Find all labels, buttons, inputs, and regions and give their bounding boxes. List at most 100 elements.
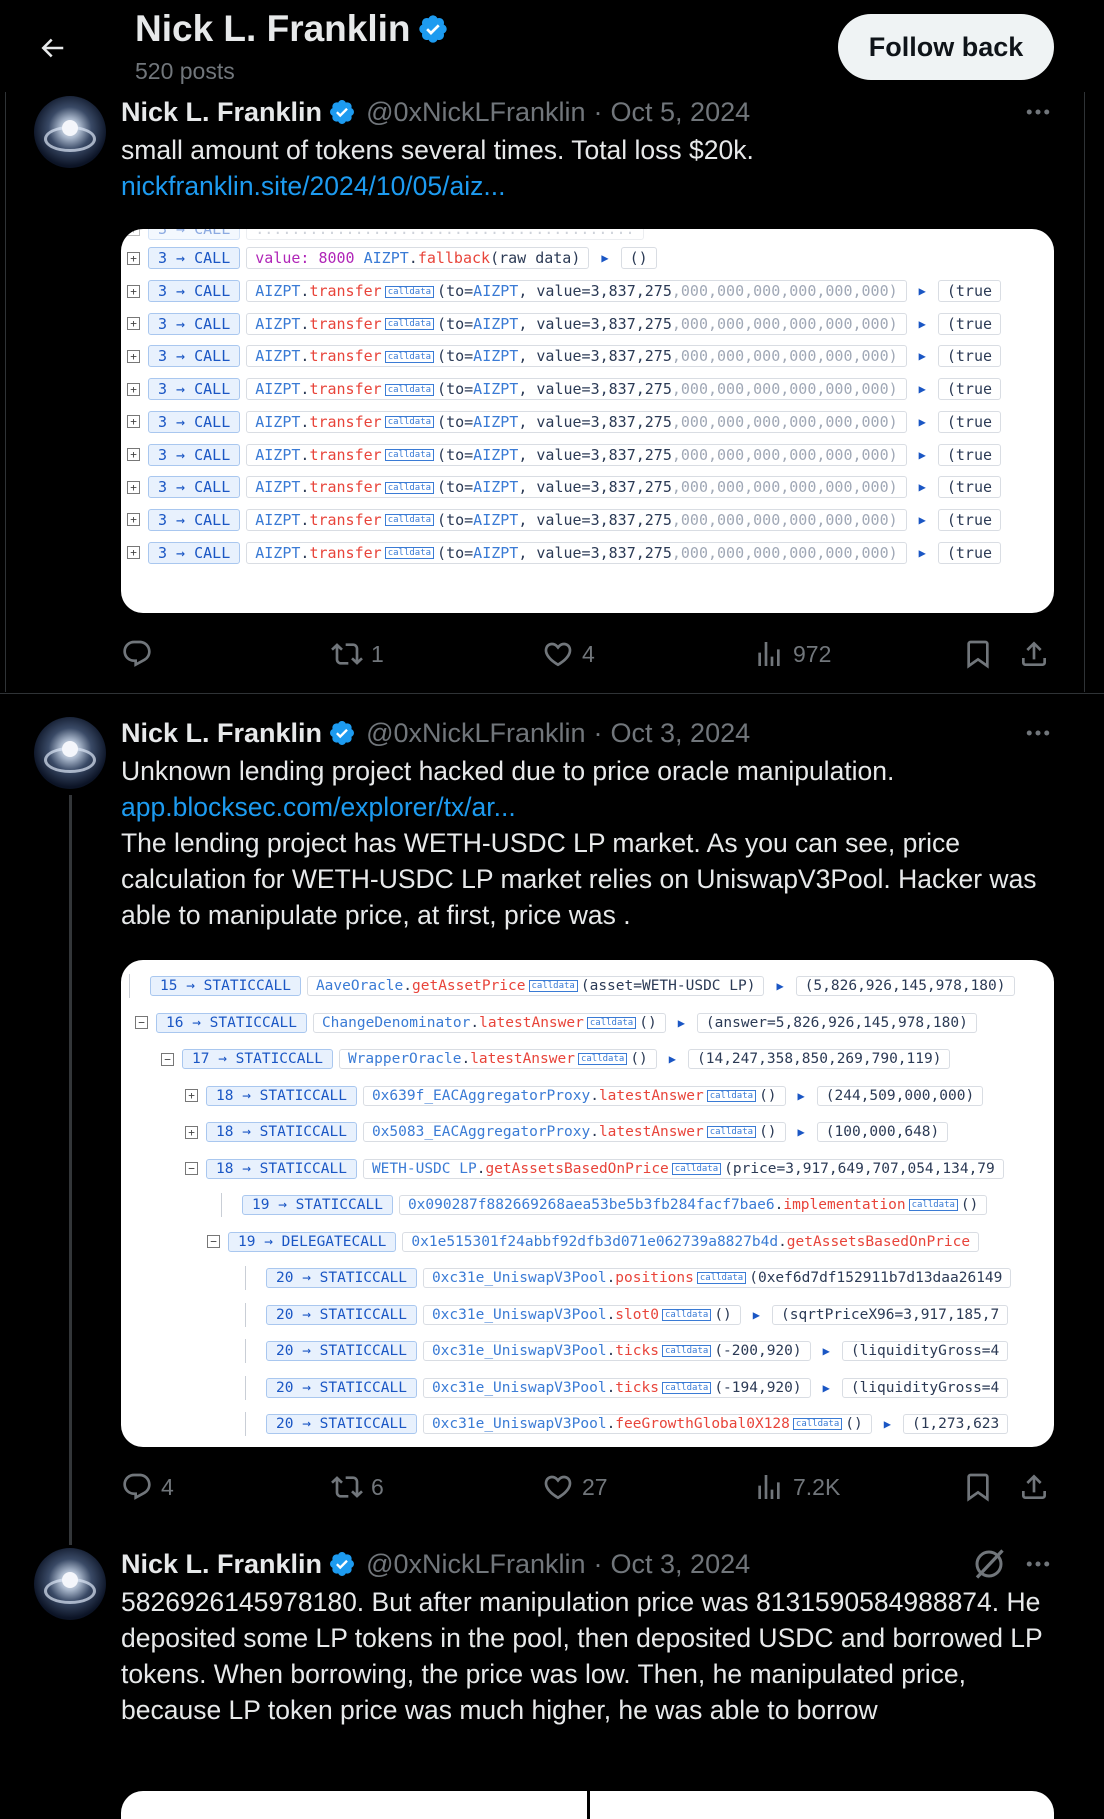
function-name: getAssetsBasedOnPrice — [786, 1233, 971, 1250]
call-body: AIZPT.transfer calldata (to=AIZPT, value=3… — [246, 541, 907, 564]
call-type: 3 → CALL — [148, 410, 241, 433]
views-chart-icon — [758, 642, 780, 666]
contract-name: AIZPT — [255, 282, 301, 300]
call-body: 0xc31e_UniswapV3Pool.feeGrowthGlobal0X12… — [422, 1414, 872, 1434]
more-button[interactable] — [1018, 1546, 1058, 1582]
views-button[interactable]: 972 — [753, 634, 831, 674]
call-body: AIZPT.transfer calldata (to=AIZPT, value=3… — [246, 378, 907, 401]
bookmark-button[interactable] — [962, 1467, 994, 1507]
trace-row: 20 → STATICCALL 0xc31e_UniswapV3Pool.tick… — [245, 1339, 1016, 1363]
call-args: () — [630, 1051, 648, 1067]
call-type: 3 → CALL — [148, 345, 241, 368]
tweet-link[interactable]: app.blocksec.com/explorer/tx/ar... — [121, 789, 1061, 825]
author-handle[interactable]: @0xNickLFranklin — [366, 1549, 585, 1580]
author-handle[interactable]: @0xNickLFranklin — [366, 97, 585, 128]
arg-decimals: ,000,000,000,000,000,000) — [671, 478, 898, 497]
tweet-media-image[interactable]: +3 → CALL...............................… — [121, 229, 1054, 613]
heart-icon — [544, 1475, 572, 1500]
views-button[interactable]: 7.2K — [753, 1467, 840, 1507]
like-button[interactable]: 27 — [542, 1467, 608, 1507]
author-handle[interactable]: @0xNickLFranklin — [366, 718, 585, 749]
tweet-link[interactable]: nickfranklin.site/2024/10/05/aiz... — [121, 168, 1061, 204]
repost-button[interactable]: 1 — [331, 634, 384, 674]
tweet-media-image[interactable]: 15 → STATICCALL AaveOracle.getAssetPrice c… — [121, 960, 1054, 1447]
arg-address: AIZPT — [473, 412, 519, 431]
avatar[interactable] — [34, 96, 106, 168]
profile-name-text: Nick L. Franklin — [135, 8, 411, 49]
trace-row: 19 → STATICCALL 0x090287f882669268aea53be… — [221, 1193, 995, 1217]
reply-button[interactable] — [121, 634, 161, 674]
more-button[interactable] — [1018, 94, 1058, 130]
calldata-tag: calldata — [384, 383, 435, 396]
call-type: 3 → CALL — [148, 443, 241, 466]
tree-connector — [245, 1339, 246, 1363]
tweet-date[interactable]: Oct 3, 2024 — [611, 718, 751, 749]
repost-button[interactable]: 6 — [331, 1467, 384, 1507]
function-name: latestAnswer — [598, 1087, 704, 1104]
calldata-tag: calldata — [384, 481, 435, 494]
call-body: AIZPT.transfer calldata (to=AIZPT, value=3… — [246, 312, 907, 335]
expand-arrow: ▶ — [752, 1307, 761, 1322]
expand-toggle: + — [185, 1089, 198, 1102]
tree-connector — [245, 1266, 246, 1290]
tweet-body: small amount of tokens several times. To… — [121, 135, 754, 165]
avatar[interactable] — [34, 717, 106, 789]
return-value: (244,509,000,000) — [816, 1085, 984, 1106]
author-name[interactable]: Nick L. Franklin — [121, 97, 322, 128]
expand-toggle: − — [135, 1016, 148, 1029]
like-button[interactable]: 4 — [542, 634, 595, 674]
call-args: () — [759, 1124, 777, 1140]
return-value: (14,247,358,850,269,790,119) — [688, 1049, 951, 1069]
grok-icon[interactable] — [971, 1546, 1007, 1582]
expand-toggle: + — [127, 382, 140, 396]
contract-name: 0x090287f882669268aea53be5b3fb284facf7ba… — [407, 1197, 775, 1213]
tree-connector — [245, 1375, 246, 1400]
expand-arrow: ▶ — [797, 1125, 805, 1139]
function-name: ticks — [615, 1379, 659, 1396]
follow-back-button[interactable]: Follow back — [838, 14, 1054, 80]
call-type: 19 → STATICCALL — [242, 1195, 393, 1215]
expand-arrow: ▶ — [918, 284, 926, 298]
tweet-2[interactable]: Nick L. Franklin @0xNickLFranklin · Oct … — [0, 713, 1104, 1528]
contract-name: AIZPT — [255, 510, 301, 529]
share-button[interactable] — [1018, 1467, 1050, 1507]
arg-address: AIZPT — [473, 314, 519, 333]
tweet-date[interactable]: Oct 5, 2024 — [611, 97, 751, 128]
meta-separator: · — [593, 717, 603, 748]
arg-decimals: ,000,000,000,000,000,000) — [671, 510, 898, 529]
tweet-body: 5826926145978180. But after manipulation… — [121, 1587, 1043, 1725]
call-args: () — [639, 1014, 657, 1031]
calldata-tag: calldata — [671, 1162, 722, 1175]
back-button[interactable] — [30, 26, 74, 70]
arg-address: AIZPT — [473, 445, 519, 464]
trace-row: +3 → CALL AIZPT.transfer calldata (to=AIZPT… — [127, 443, 1009, 467]
tweet-date[interactable]: Oct 3, 2024 — [611, 1549, 751, 1580]
share-button[interactable] — [1018, 634, 1050, 674]
author-name[interactable]: Nick L. Franklin — [121, 1549, 322, 1580]
tweet-1[interactable]: Nick L. Franklin @0xNickLFranklin · Oct … — [0, 92, 1104, 692]
call-args: (0xef6d7df152911b7d13daa26149 — [749, 1270, 1003, 1286]
call-body: AIZPT.transfer calldata (to=AIZPT, value=3… — [246, 476, 907, 499]
bookmark-icon — [967, 1473, 989, 1502]
more-button[interactable] — [1018, 715, 1058, 751]
contract-name: 0xc31e_UniswapV3Pool — [431, 1416, 607, 1432]
function-name: transfer — [309, 478, 382, 497]
expand-toggle: + — [127, 317, 140, 331]
tweet-3[interactable]: Nick L. Franklin @0xNickLFranklin · Oct … — [0, 1544, 1104, 1819]
author-name[interactable]: Nick L. Franklin — [121, 718, 322, 749]
reply-button[interactable]: 4 — [121, 1467, 174, 1507]
bookmark-button[interactable] — [962, 634, 994, 674]
function-name: transfer — [309, 282, 382, 300]
call-body: 0xc31e_UniswapV3Pool.positions calldata (0… — [422, 1268, 1012, 1288]
avatar[interactable] — [34, 1548, 106, 1620]
expand-arrow: ▶ — [918, 512, 926, 527]
arg-decimals: ,000,000,000,000,000,000) — [671, 412, 898, 431]
trace-row: +3 → CALL AIZPT.transfer calldata (to=AIZPT… — [127, 344, 1009, 368]
tweet-media-image[interactable] — [121, 1791, 1054, 1819]
calldata-tag: calldata — [384, 547, 435, 560]
expand-toggle: − — [207, 1235, 220, 1248]
views-chart-icon — [758, 1475, 780, 1499]
return-value: (100,000,648) — [816, 1122, 949, 1142]
expand-toggle: + — [127, 448, 140, 461]
tree-connector — [221, 1193, 222, 1217]
